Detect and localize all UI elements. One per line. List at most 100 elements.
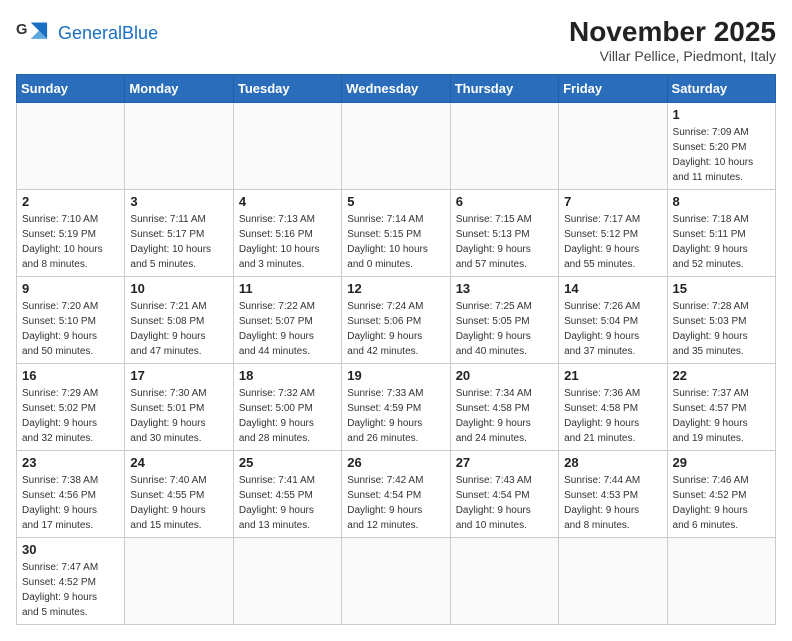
calendar-header-row: SundayMondayTuesdayWednesdayThursdayFrid… <box>17 75 776 103</box>
day-number: 4 <box>239 194 336 209</box>
day-number: 17 <box>130 368 227 383</box>
calendar-week-row: 16 Sunrise: 7:29 AM Sunset: 5:02 PM Dayli… <box>17 364 776 451</box>
calendar-week-row: 9 Sunrise: 7:20 AM Sunset: 5:10 PM Daylig… <box>17 277 776 364</box>
calendar-table: SundayMondayTuesdayWednesdayThursdayFrid… <box>16 74 776 625</box>
day-info: Sunrise: 7:33 AM Sunset: 4:59 PM Dayligh… <box>347 386 444 446</box>
day-info: Sunrise: 7:25 AM Sunset: 5:05 PM Dayligh… <box>456 299 553 359</box>
calendar-day-cell: 7 Sunrise: 7:17 AM Sunset: 5:12 PM Daylig… <box>559 190 667 277</box>
calendar-day-cell: 17 Sunrise: 7:30 AM Sunset: 5:01 PM Dayli… <box>125 364 233 451</box>
day-number: 21 <box>564 368 661 383</box>
day-info: Sunrise: 7:20 AM Sunset: 5:10 PM Dayligh… <box>22 299 119 359</box>
day-info: Sunrise: 7:29 AM Sunset: 5:02 PM Dayligh… <box>22 386 119 446</box>
calendar-day-cell: 16 Sunrise: 7:29 AM Sunset: 5:02 PM Dayli… <box>17 364 125 451</box>
calendar-day-cell <box>559 538 667 625</box>
day-number: 29 <box>673 455 770 470</box>
calendar-day-cell <box>17 103 125 190</box>
calendar-day-cell <box>342 538 450 625</box>
day-info: Sunrise: 7:36 AM Sunset: 4:58 PM Dayligh… <box>564 386 661 446</box>
calendar-day-cell: 24 Sunrise: 7:40 AM Sunset: 4:55 PM Dayli… <box>125 451 233 538</box>
day-info: Sunrise: 7:44 AM Sunset: 4:53 PM Dayligh… <box>564 473 661 533</box>
day-number: 27 <box>456 455 553 470</box>
day-info: Sunrise: 7:10 AM Sunset: 5:19 PM Dayligh… <box>22 212 119 272</box>
day-info: Sunrise: 7:40 AM Sunset: 4:55 PM Dayligh… <box>130 473 227 533</box>
calendar-day-cell: 27 Sunrise: 7:43 AM Sunset: 4:54 PM Dayli… <box>450 451 558 538</box>
calendar-day-cell: 1Sunrise: 7:09 AM Sunset: 5:20 PM Daylig… <box>667 103 775 190</box>
svg-text:G: G <box>16 22 27 38</box>
logo-blue: Blue <box>122 23 158 43</box>
calendar-day-cell: 13 Sunrise: 7:25 AM Sunset: 5:05 PM Dayli… <box>450 277 558 364</box>
day-number: 8 <box>673 194 770 209</box>
day-number: 23 <box>22 455 119 470</box>
calendar-day-cell: 18 Sunrise: 7:32 AM Sunset: 5:00 PM Dayli… <box>233 364 341 451</box>
day-number: 15 <box>673 281 770 296</box>
calendar-day-cell: 5Sunrise: 7:14 AM Sunset: 5:15 PM Daylig… <box>342 190 450 277</box>
day-number: 14 <box>564 281 661 296</box>
day-info: Sunrise: 7:17 AM Sunset: 5:12 PM Dayligh… <box>564 212 661 272</box>
day-info: Sunrise: 7:13 AM Sunset: 5:16 PM Dayligh… <box>239 212 336 272</box>
day-number: 24 <box>130 455 227 470</box>
weekday-header: Tuesday <box>233 75 341 103</box>
day-info: Sunrise: 7:42 AM Sunset: 4:54 PM Dayligh… <box>347 473 444 533</box>
calendar-day-cell: 10Sunrise: 7:21 AM Sunset: 5:08 PM Dayli… <box>125 277 233 364</box>
day-number: 12 <box>347 281 444 296</box>
day-number: 9 <box>22 281 119 296</box>
calendar-day-cell <box>559 103 667 190</box>
calendar-day-cell: 23 Sunrise: 7:38 AM Sunset: 4:56 PM Dayli… <box>17 451 125 538</box>
day-number: 11 <box>239 281 336 296</box>
calendar-day-cell: 12Sunrise: 7:24 AM Sunset: 5:06 PM Dayli… <box>342 277 450 364</box>
calendar-week-row: 1Sunrise: 7:09 AM Sunset: 5:20 PM Daylig… <box>17 103 776 190</box>
logo-general: General <box>58 23 122 43</box>
day-info: Sunrise: 7:15 AM Sunset: 5:13 PM Dayligh… <box>456 212 553 272</box>
day-info: Sunrise: 7:34 AM Sunset: 4:58 PM Dayligh… <box>456 386 553 446</box>
day-info: Sunrise: 7:32 AM Sunset: 5:00 PM Dayligh… <box>239 386 336 446</box>
day-info: Sunrise: 7:30 AM Sunset: 5:01 PM Dayligh… <box>130 386 227 446</box>
day-info: Sunrise: 7:22 AM Sunset: 5:07 PM Dayligh… <box>239 299 336 359</box>
calendar-day-cell: 22Sunrise: 7:37 AM Sunset: 4:57 PM Dayli… <box>667 364 775 451</box>
calendar-day-cell: 14Sunrise: 7:26 AM Sunset: 5:04 PM Dayli… <box>559 277 667 364</box>
day-number: 19 <box>347 368 444 383</box>
day-number: 20 <box>456 368 553 383</box>
calendar-day-cell: 21 Sunrise: 7:36 AM Sunset: 4:58 PM Dayli… <box>559 364 667 451</box>
calendar-day-cell: 11 Sunrise: 7:22 AM Sunset: 5:07 PM Dayli… <box>233 277 341 364</box>
day-number: 1 <box>673 107 770 122</box>
calendar-week-row: 30Sunrise: 7:47 AM Sunset: 4:52 PM Dayli… <box>17 538 776 625</box>
calendar-week-row: 23 Sunrise: 7:38 AM Sunset: 4:56 PM Dayli… <box>17 451 776 538</box>
calendar-day-cell <box>125 538 233 625</box>
calendar-day-cell <box>233 538 341 625</box>
day-number: 2 <box>22 194 119 209</box>
day-number: 28 <box>564 455 661 470</box>
weekday-header: Wednesday <box>342 75 450 103</box>
day-info: Sunrise: 7:38 AM Sunset: 4:56 PM Dayligh… <box>22 473 119 533</box>
calendar-day-cell: 15Sunrise: 7:28 AM Sunset: 5:03 PM Dayli… <box>667 277 775 364</box>
day-info: Sunrise: 7:47 AM Sunset: 4:52 PM Dayligh… <box>22 560 119 620</box>
calendar-day-cell: 30Sunrise: 7:47 AM Sunset: 4:52 PM Dayli… <box>17 538 125 625</box>
day-number: 26 <box>347 455 444 470</box>
logo: G GeneralBlue <box>16 16 158 52</box>
day-number: 16 <box>22 368 119 383</box>
calendar-day-cell <box>342 103 450 190</box>
calendar-day-cell <box>450 103 558 190</box>
day-number: 22 <box>673 368 770 383</box>
calendar-day-cell: 29 Sunrise: 7:46 AM Sunset: 4:52 PM Dayli… <box>667 451 775 538</box>
calendar-day-cell: 4 Sunrise: 7:13 AM Sunset: 5:16 PM Daylig… <box>233 190 341 277</box>
day-info: Sunrise: 7:43 AM Sunset: 4:54 PM Dayligh… <box>456 473 553 533</box>
day-info: Sunrise: 7:14 AM Sunset: 5:15 PM Dayligh… <box>347 212 444 272</box>
calendar-day-cell: 25Sunrise: 7:41 AM Sunset: 4:55 PM Dayli… <box>233 451 341 538</box>
logo-text: GeneralBlue <box>58 24 158 44</box>
day-number: 7 <box>564 194 661 209</box>
day-number: 25 <box>239 455 336 470</box>
day-number: 6 <box>456 194 553 209</box>
day-number: 13 <box>456 281 553 296</box>
calendar-day-cell: 8Sunrise: 7:18 AM Sunset: 5:11 PM Daylig… <box>667 190 775 277</box>
day-info: Sunrise: 7:46 AM Sunset: 4:52 PM Dayligh… <box>673 473 770 533</box>
calendar-day-cell: 19 Sunrise: 7:33 AM Sunset: 4:59 PM Dayli… <box>342 364 450 451</box>
weekday-header: Friday <box>559 75 667 103</box>
day-info: Sunrise: 7:11 AM Sunset: 5:17 PM Dayligh… <box>130 212 227 272</box>
calendar-day-cell <box>667 538 775 625</box>
logo-icon: G <box>16 16 52 52</box>
weekday-header: Thursday <box>450 75 558 103</box>
calendar-day-cell: 26 Sunrise: 7:42 AM Sunset: 4:54 PM Dayli… <box>342 451 450 538</box>
day-number: 18 <box>239 368 336 383</box>
calendar-day-cell <box>450 538 558 625</box>
calendar-day-cell <box>233 103 341 190</box>
